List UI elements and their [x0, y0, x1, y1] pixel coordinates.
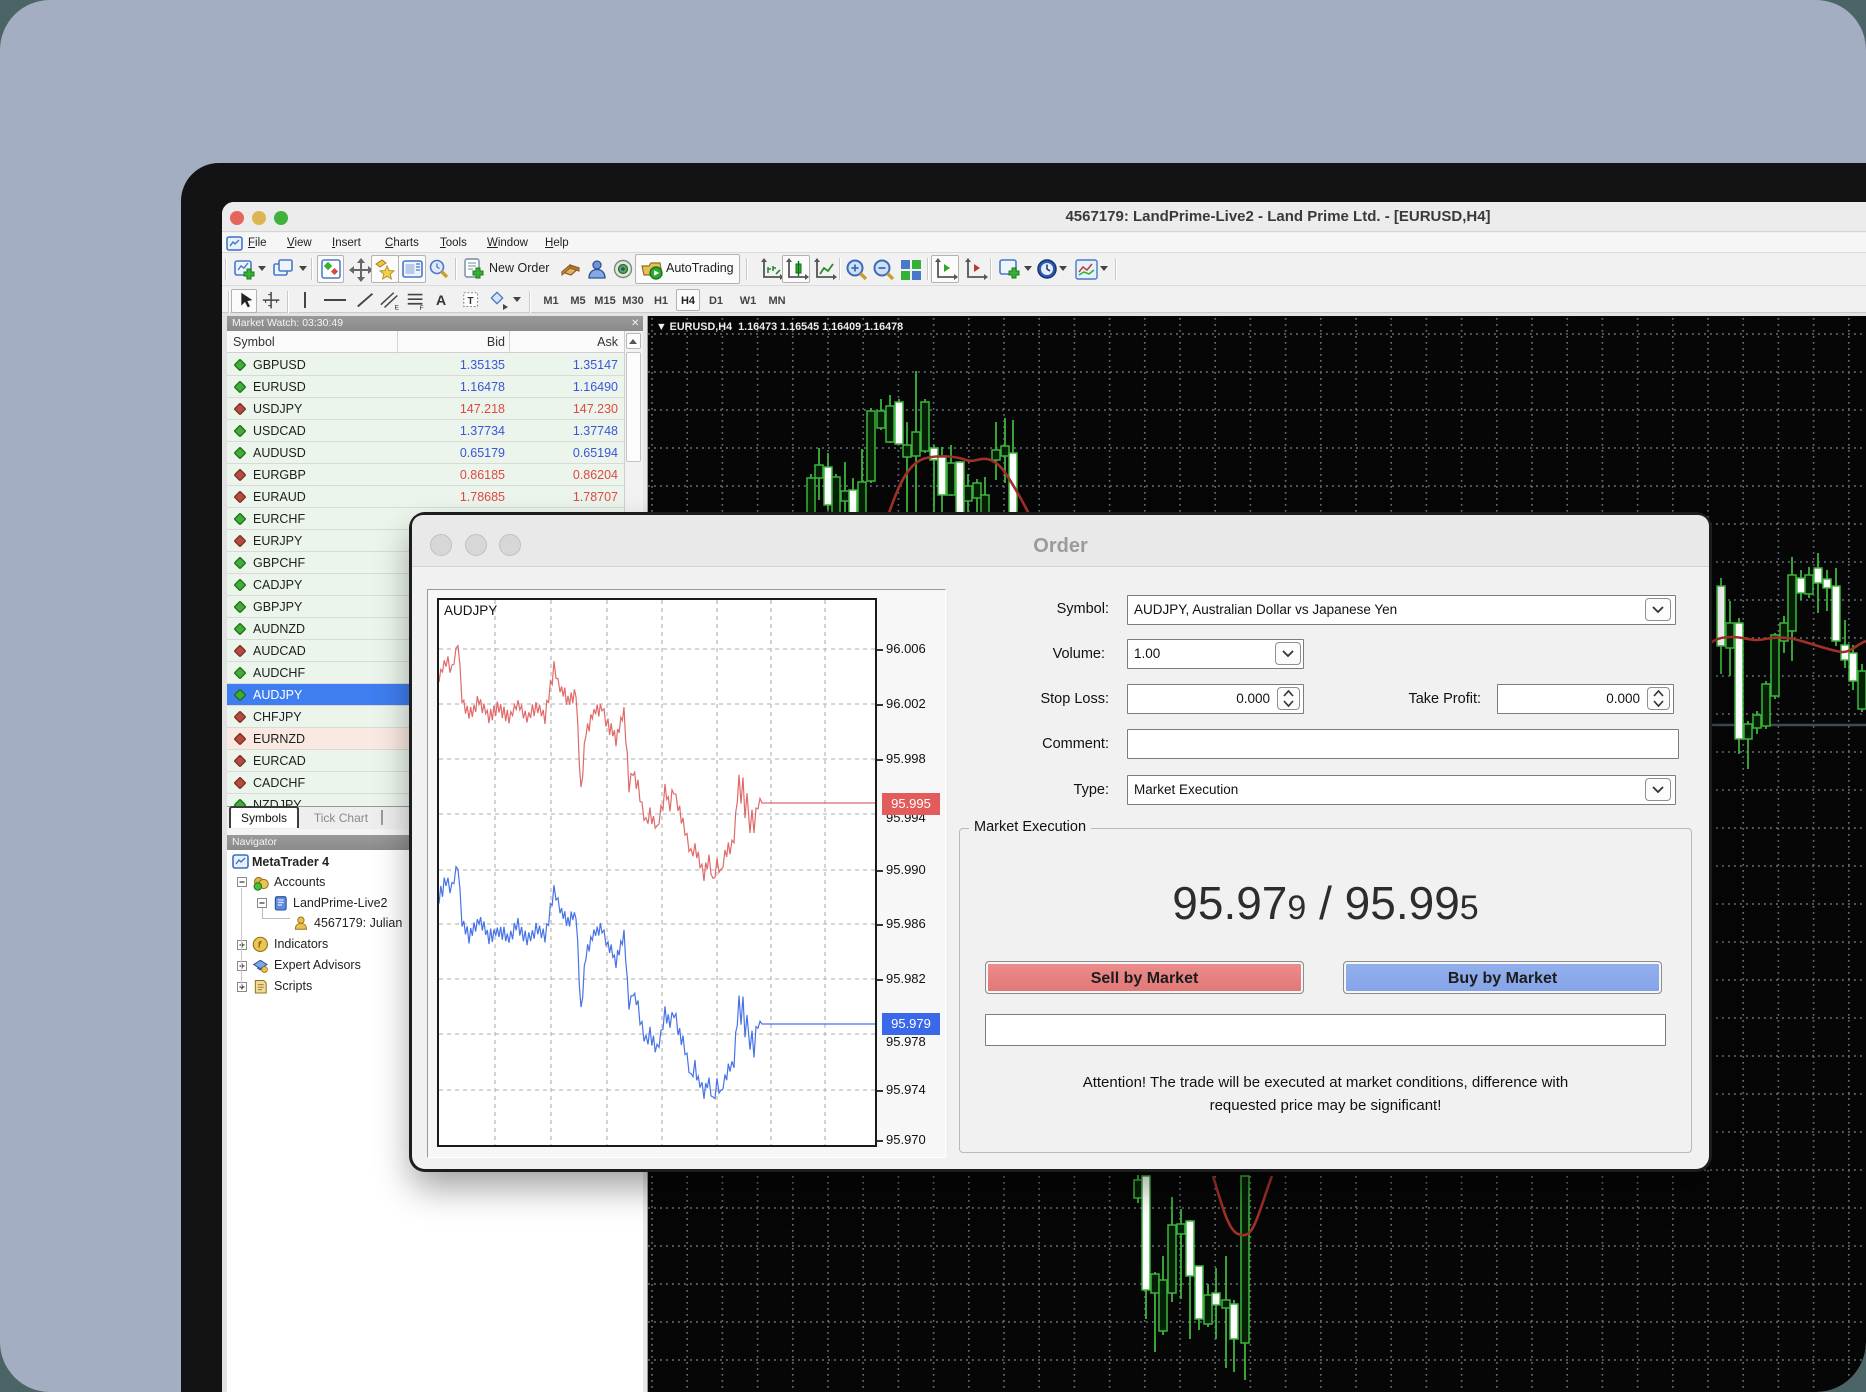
- svg-text:F: F: [420, 305, 424, 312]
- svg-text:E: E: [395, 304, 399, 311]
- svg-text:T: T: [467, 296, 474, 307]
